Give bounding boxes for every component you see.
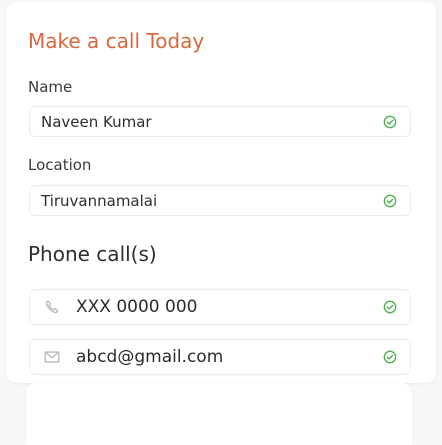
next-card-panel bbox=[26, 383, 412, 445]
form-title: Make a call Today bbox=[28, 29, 205, 53]
email-field[interactable]: abcd@gmail.com bbox=[29, 339, 411, 375]
phone-value: XXX 0000 000 bbox=[76, 297, 198, 317]
location-label: Location bbox=[28, 156, 92, 174]
email-value: abcd@gmail.com bbox=[76, 347, 224, 367]
check-circle-icon bbox=[383, 350, 397, 364]
contact-section-label: Phone call(s) bbox=[28, 242, 157, 266]
phone-field[interactable]: XXX 0000 000 bbox=[29, 289, 411, 325]
name-field[interactable]: Naveen Kumar bbox=[29, 106, 411, 137]
name-label: Name bbox=[28, 78, 73, 96]
check-circle-icon bbox=[383, 115, 397, 128]
name-value: Naveen Kumar bbox=[41, 112, 152, 131]
location-value: Tiruvannamalai bbox=[41, 191, 158, 210]
check-circle-icon bbox=[383, 300, 397, 314]
check-circle-icon bbox=[383, 194, 397, 207]
mail-icon bbox=[44, 351, 60, 363]
location-field[interactable]: Tiruvannamalai bbox=[29, 185, 411, 216]
call-form-card: Make a call Today Name Naveen Kumar Loca… bbox=[6, 2, 436, 383]
phone-icon bbox=[45, 300, 59, 314]
